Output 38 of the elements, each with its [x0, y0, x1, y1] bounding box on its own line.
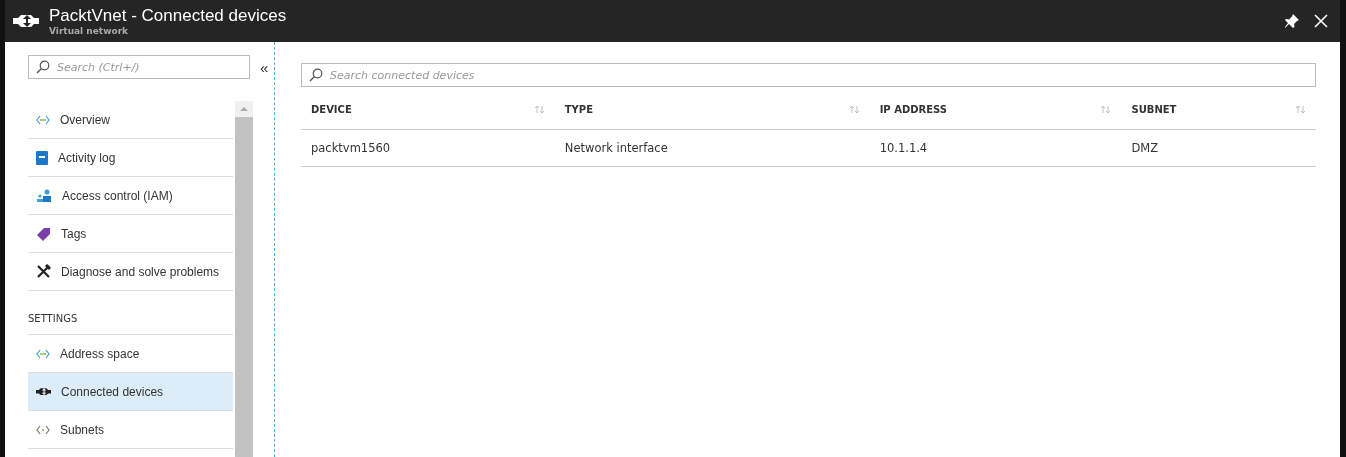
sort-icon[interactable]	[848, 104, 860, 114]
menu-item[interactable]: Access control (IAM)	[28, 177, 233, 215]
sort-icon[interactable]	[1295, 104, 1306, 114]
connected-devices-icon	[13, 12, 39, 30]
blade-title: PacktVnet - Connected devices	[49, 6, 288, 26]
connected-devices-icon	[36, 386, 51, 397]
network-icon	[36, 114, 50, 125]
pin-button[interactable]	[1282, 11, 1302, 31]
table-cell: packtvm1560	[311, 141, 391, 155]
menu-item[interactable]: Connected devices	[28, 373, 233, 411]
blade-subtitle: Virtual network	[49, 26, 130, 36]
search-icon	[36, 60, 50, 74]
column-header: SUBNET	[1131, 103, 1177, 115]
column-header: IP ADDRESS	[879, 103, 947, 115]
tools-icon	[36, 264, 51, 279]
menu-item[interactable]: Diagnose and solve problems	[28, 253, 233, 291]
menu-search-field[interactable]: Search (Ctrl+/)	[28, 55, 250, 79]
device-search-field[interactable]: Search connected devices	[301, 63, 1316, 87]
menu-item[interactable]: Overview	[28, 101, 233, 139]
section-heading: SETTINGS	[28, 313, 78, 324]
sort-icon[interactable]	[533, 104, 545, 114]
people-icon	[36, 189, 52, 202]
log-icon	[36, 150, 48, 165]
close-button[interactable]	[1312, 12, 1330, 30]
menu-item[interactable]: Activity log	[28, 139, 233, 177]
search-icon	[309, 68, 323, 82]
table-cell: Network interface	[564, 141, 668, 155]
table-cell: DMZ	[1131, 141, 1159, 155]
tag-icon	[36, 226, 51, 241]
sort-icon[interactable]	[1100, 104, 1112, 114]
collapse-button[interactable]: «	[260, 58, 269, 76]
column-header: TYPE	[564, 103, 594, 115]
table-cell: 10.1.1.4	[879, 141, 928, 155]
menu-item[interactable]: Tags	[28, 215, 233, 253]
column-header: DEVICE	[311, 103, 352, 115]
menu-item[interactable]: Subnets	[28, 411, 233, 449]
network-icon	[36, 348, 50, 359]
brackets-icon	[36, 424, 50, 435]
